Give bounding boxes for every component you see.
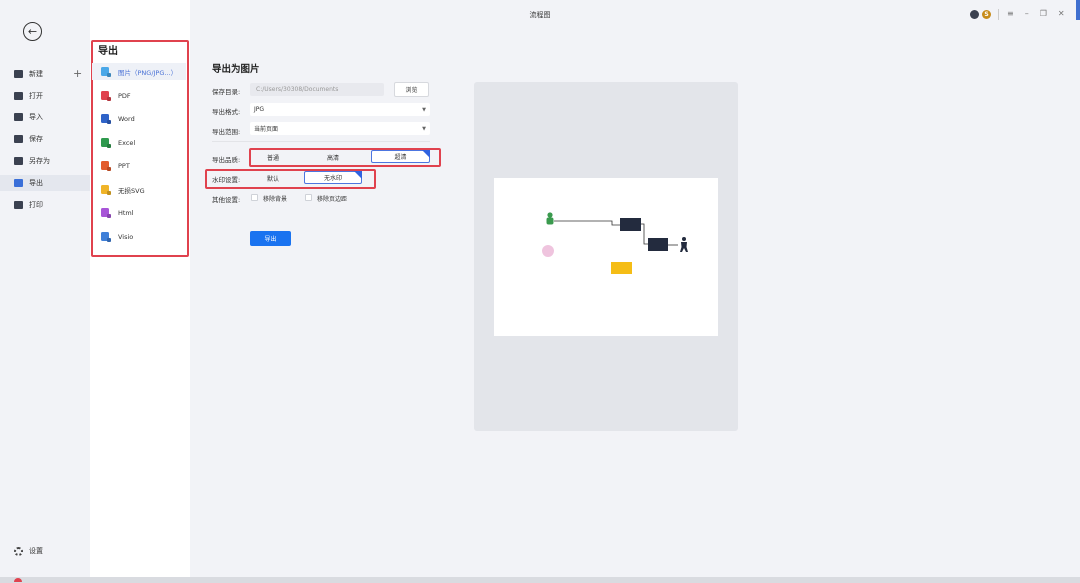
import-icon xyxy=(14,113,23,121)
format-item-label: Excel xyxy=(118,138,136,147)
bottom-taskbar-edge xyxy=(0,577,1080,583)
folder-icon xyxy=(14,92,23,100)
excel-file-icon xyxy=(101,138,109,147)
quality-option-ultra[interactable]: 超清 xyxy=(371,150,430,163)
range-select[interactable]: 当前页面 ▼ xyxy=(250,122,430,135)
remove-background-label: 移除背景 xyxy=(263,196,288,203)
window-controls: ≡ – ❐ ✕ xyxy=(1007,9,1065,18)
gear-icon xyxy=(14,546,23,556)
title-separator xyxy=(998,9,999,20)
nav-item-label: 新建 xyxy=(29,70,43,78)
nav-item-label: 保存 xyxy=(29,135,43,143)
quality-option-hd[interactable]: 高清 xyxy=(298,151,368,164)
yellow-rect-shape xyxy=(611,262,632,274)
format-item-label: PPT xyxy=(118,161,130,170)
section-title: 导出为图片 xyxy=(212,64,260,75)
menu-icon[interactable]: ≡ xyxy=(1007,9,1014,18)
connector-line xyxy=(641,223,648,245)
nav-item-label: 导出 xyxy=(29,179,43,187)
save-as-icon xyxy=(14,157,23,165)
format-item-label: Html xyxy=(118,208,134,217)
ppt-file-icon xyxy=(101,161,109,170)
range-label: 导出范围: xyxy=(212,128,241,136)
close-icon[interactable]: ✕ xyxy=(1058,9,1065,18)
avatar[interactable] xyxy=(970,10,979,19)
window-edge-accent xyxy=(1076,0,1080,20)
format-item-word[interactable]: Word xyxy=(92,110,186,127)
nav-item-import[interactable]: 导入 xyxy=(14,109,84,125)
watermark-option-default[interactable]: 默认 xyxy=(254,172,292,185)
nav-item-save-as[interactable]: 另存为 xyxy=(14,153,84,169)
export-icon xyxy=(14,179,23,187)
nav-item-settings[interactable]: 设置 xyxy=(14,546,43,556)
left-nav xyxy=(0,0,90,577)
svg-file-icon xyxy=(101,185,109,194)
remove-background-checkbox[interactable] xyxy=(251,194,258,201)
nav-item-open[interactable]: 打开 xyxy=(14,88,84,104)
divider xyxy=(212,141,430,142)
image-file-icon xyxy=(101,67,109,76)
nav-item-label: 导入 xyxy=(29,113,43,121)
person-dark-icon xyxy=(680,237,688,252)
format-label: 导出格式: xyxy=(212,108,241,116)
print-icon xyxy=(14,201,23,209)
format-item-label: Word xyxy=(118,114,135,123)
nav-item-print[interactable]: 打印 xyxy=(14,197,84,213)
nav-item-new[interactable]: 新建 xyxy=(14,66,84,82)
visio-file-icon xyxy=(101,232,109,241)
export-button[interactable]: 导出 xyxy=(250,231,291,246)
nav-item-save[interactable]: 保存 xyxy=(14,131,84,147)
settings-label: 设置 xyxy=(29,547,43,555)
chevron-down-icon: ▼ xyxy=(422,126,426,132)
format-item-visio[interactable]: Visio xyxy=(92,228,186,245)
user-badge: S xyxy=(982,10,991,19)
remove-margin-label: 移除页边距 xyxy=(317,196,348,203)
process-box xyxy=(620,218,641,231)
minimize-icon[interactable]: – xyxy=(1025,9,1029,18)
format-select[interactable]: JPG ▼ xyxy=(250,103,430,116)
quality-option-normal[interactable]: 普通 xyxy=(254,151,292,164)
remove-margin-checkbox[interactable] xyxy=(305,194,312,201)
process-box xyxy=(648,238,668,251)
quality-label: 导出品质: xyxy=(212,156,241,164)
format-item-image[interactable]: 图片（PNG/JPG...） xyxy=(92,63,186,80)
format-item-label: 图片（PNG/JPG...） xyxy=(118,68,178,77)
format-item-pdf[interactable]: PDF xyxy=(92,87,186,104)
save-dir-input[interactable]: C:/Users/30308/Documents xyxy=(250,83,384,96)
nav-item-label: 打开 xyxy=(29,92,43,100)
html-file-icon xyxy=(101,208,109,217)
flowchart-preview xyxy=(542,212,688,274)
format-item-excel[interactable]: Excel xyxy=(92,134,186,151)
person-green-icon xyxy=(546,212,554,225)
nav-item-label: 打印 xyxy=(29,201,43,209)
range-select-value: 当前页面 xyxy=(254,126,279,133)
format-item-svg[interactable]: 无损SVG xyxy=(92,181,186,198)
chevron-down-icon: ▼ xyxy=(422,107,426,113)
browse-button[interactable]: 浏览 xyxy=(394,82,429,97)
preview-page xyxy=(494,178,718,336)
restore-icon[interactable]: ❐ xyxy=(1040,9,1047,18)
pink-circle-shape xyxy=(542,245,554,257)
format-item-ppt[interactable]: PPT xyxy=(92,157,186,174)
watermark-option-none[interactable]: 无水印 xyxy=(304,171,362,184)
nav-item-export[interactable]: 导出 xyxy=(0,175,90,191)
format-item-label: 无损SVG xyxy=(118,186,145,195)
format-select-value: JPG xyxy=(254,106,265,113)
taskbar-app-icon xyxy=(14,578,22,582)
format-item-label: PDF xyxy=(118,91,131,100)
back-arrow-icon[interactable]: ← xyxy=(23,22,42,41)
new-file-icon xyxy=(14,70,23,78)
save-dir-label: 保存目录: xyxy=(212,88,241,96)
format-item-html[interactable]: Html xyxy=(92,204,186,221)
app-title: 流程图 xyxy=(529,11,551,19)
save-icon xyxy=(14,135,23,143)
other-settings-label: 其他设置: xyxy=(212,196,241,204)
format-item-label: Visio xyxy=(118,232,134,241)
connector-line xyxy=(554,220,620,226)
pdf-file-icon xyxy=(101,91,109,100)
word-file-icon xyxy=(101,114,109,123)
nav-item-label: 另存为 xyxy=(29,157,50,165)
